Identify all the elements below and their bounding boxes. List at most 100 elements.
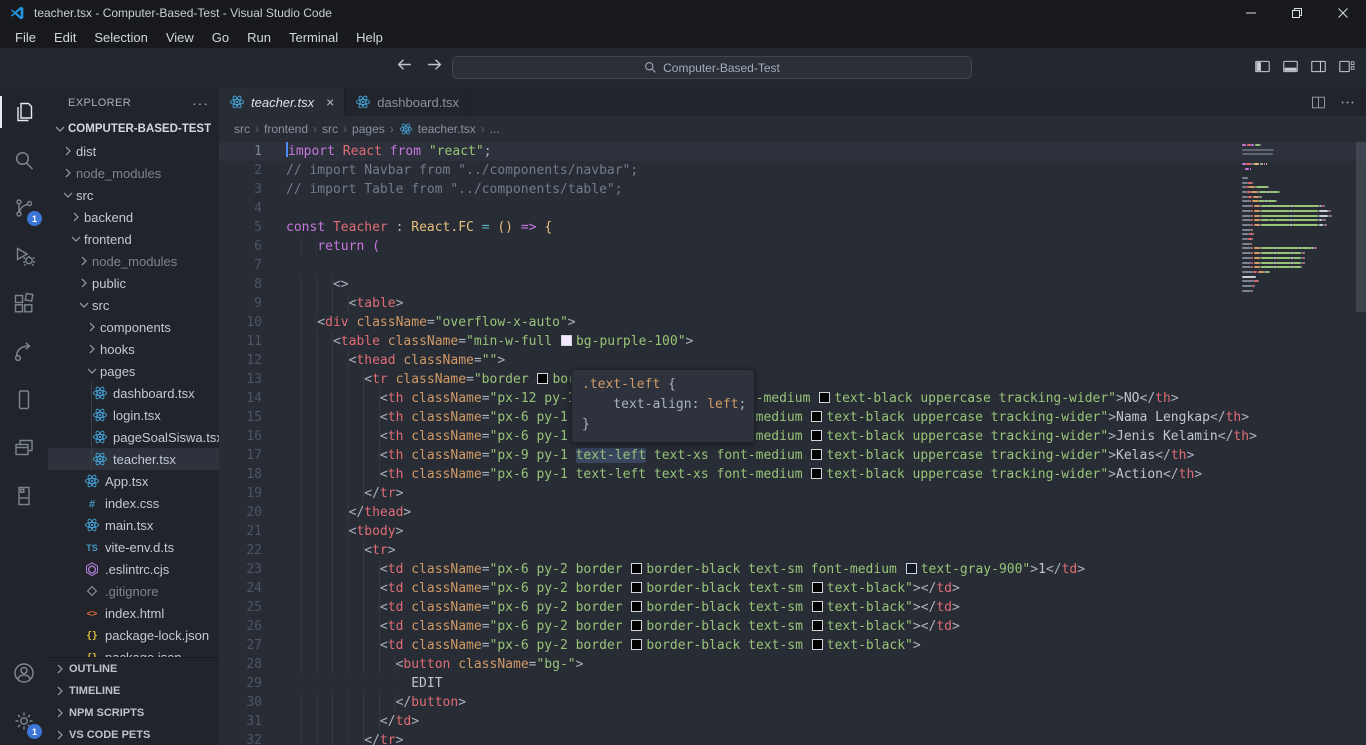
go-forward-icon[interactable] (426, 56, 443, 73)
tree-item-index-html[interactable]: <>index.html (48, 602, 219, 624)
code-line-8[interactable]: 8 <> (219, 275, 1366, 294)
tree-item-node-modules[interactable]: node_modules (48, 162, 219, 184)
line-number[interactable]: 13 (219, 370, 262, 389)
menu-item-file[interactable]: File (6, 26, 45, 48)
activity-item-mobile-view[interactable] (0, 376, 48, 424)
tree-item-dashboard-tsx[interactable]: dashboard.tsx (48, 382, 219, 404)
tree-item-public[interactable]: public (48, 272, 219, 294)
line-number[interactable]: 21 (219, 522, 262, 541)
code-line-6[interactable]: 6 return ( (219, 237, 1366, 256)
activity-item-run-debug[interactable] (0, 232, 48, 280)
section-header-npm-scripts[interactable]: NPM SCRIPTS (48, 702, 219, 724)
section-header-outline[interactable]: OUTLINE (48, 658, 219, 680)
line-number[interactable]: 4 (219, 199, 262, 218)
tree-item-login-tsx[interactable]: login.tsx (48, 404, 219, 426)
line-number[interactable]: 9 (219, 294, 262, 313)
toggle-secondary-sidebar-icon[interactable] (1309, 57, 1328, 76)
tab-teacher-tsx[interactable]: teacher.tsx× (219, 88, 345, 116)
menu-item-go[interactable]: Go (203, 26, 238, 48)
line-number[interactable]: 14 (219, 389, 262, 408)
code-line-20[interactable]: 20 </thead> (219, 503, 1366, 522)
line-number[interactable]: 8 (219, 275, 262, 294)
activity-item-accounts[interactable] (0, 649, 48, 697)
tree-item-frontend[interactable]: frontend (48, 228, 219, 250)
line-number[interactable]: 10 (219, 313, 262, 332)
code-line-10[interactable]: 10 <div className="overflow-x-auto"> (219, 313, 1366, 332)
line-number[interactable]: 32 (219, 731, 262, 745)
line-number[interactable]: 18 (219, 465, 262, 484)
code-line-9[interactable]: 9 <table> (219, 294, 1366, 313)
code-line-25[interactable]: 25 <td className="px-6 py-2 border borde… (219, 598, 1366, 617)
explorer-more-actions-icon[interactable]: ··· (192, 95, 209, 111)
code-line-29[interactable]: 29 EDIT (219, 674, 1366, 693)
code-line-19[interactable]: 19 </tr> (219, 484, 1366, 503)
tree-item-main-tsx[interactable]: main.tsx (48, 514, 219, 536)
scrollbar-slider[interactable] (1356, 142, 1366, 312)
line-number[interactable]: 16 (219, 427, 262, 446)
tree-item-dist[interactable]: dist (48, 140, 219, 162)
code-line-14[interactable]: 14 <th className="px-12 py-1 text-left t… (219, 389, 1366, 408)
line-number[interactable]: 20 (219, 503, 262, 522)
line-number[interactable]: 31 (219, 712, 262, 731)
tree-item-src[interactable]: src (48, 184, 219, 206)
code-line-2[interactable]: 2// import Navbar from "../components/na… (219, 161, 1366, 180)
menu-item-edit[interactable]: Edit (45, 26, 85, 48)
breadcrumb-item-src[interactable]: src (322, 122, 338, 136)
editor-more-actions-icon[interactable] (1339, 94, 1356, 111)
line-number[interactable]: 27 (219, 636, 262, 655)
tree-item-pages[interactable]: pages (48, 360, 219, 382)
code-line-11[interactable]: 11 <table className="min-w-full bg-purpl… (219, 332, 1366, 351)
activity-item-remote-explorer[interactable] (0, 472, 48, 520)
code-line-30[interactable]: 30 </button> (219, 693, 1366, 712)
tree-item-eslintrc-cjs[interactable]: .eslintrc.cjs (48, 558, 219, 580)
line-number[interactable]: 6 (219, 237, 262, 256)
code-line-3[interactable]: 3// import Table from "../components/tab… (219, 180, 1366, 199)
restore-button[interactable] (1274, 0, 1320, 26)
breadcrumb-item-pages[interactable]: pages (352, 122, 385, 136)
code-line-28[interactable]: 28 <button className="bg-"> (219, 655, 1366, 674)
line-number[interactable]: 17 (219, 446, 262, 465)
line-number[interactable]: 7 (219, 256, 262, 275)
tree-item-backend[interactable]: backend (48, 206, 219, 228)
activity-item-settings[interactable]: 1 (0, 697, 48, 745)
close-button[interactable] (1320, 0, 1366, 26)
activity-item-explorer[interactable] (0, 88, 48, 136)
code-line-12[interactable]: 12 <thead className=""> (219, 351, 1366, 370)
minimize-button[interactable] (1228, 0, 1274, 26)
line-number[interactable]: 15 (219, 408, 262, 427)
menu-item-view[interactable]: View (157, 26, 203, 48)
code-line-27[interactable]: 27 <td className="px-6 py-2 border borde… (219, 636, 1366, 655)
tree-item-package-lock-json[interactable]: {}package-lock.json (48, 624, 219, 646)
tree-item-hooks[interactable]: hooks (48, 338, 219, 360)
tab-dashboard-tsx[interactable]: dashboard.tsx (345, 88, 470, 116)
breadcrumb-item-src[interactable]: src (234, 122, 250, 136)
customize-layout-icon[interactable] (1337, 57, 1356, 76)
line-number[interactable]: 19 (219, 484, 262, 503)
tree-item-teacher-tsx[interactable]: teacher.tsx (48, 448, 219, 470)
line-number[interactable]: 24 (219, 579, 262, 598)
code-line-16[interactable]: 16 <th className="px-6 py-1 text-left te… (219, 427, 1366, 446)
line-number[interactable]: 1 (219, 142, 262, 161)
tree-item-computer-based-test[interactable]: COMPUTER-BASED-TEST (48, 118, 219, 140)
breadcrumb-item-teacher-tsx[interactable]: teacher.tsx (418, 122, 476, 136)
line-number[interactable]: 30 (219, 693, 262, 712)
line-number[interactable]: 23 (219, 560, 262, 579)
code-line-15[interactable]: 15 <th className="px-6 py-1 text-left te… (219, 408, 1366, 427)
activity-item-browser-preview[interactable] (0, 424, 48, 472)
line-number[interactable]: 26 (219, 617, 262, 636)
tree-item-node-modules[interactable]: node_modules (48, 250, 219, 272)
line-number[interactable]: 12 (219, 351, 262, 370)
menu-item-selection[interactable]: Selection (85, 26, 156, 48)
line-number[interactable]: 5 (219, 218, 262, 237)
line-number[interactable]: 29 (219, 674, 262, 693)
tree-item-components[interactable]: components (48, 316, 219, 338)
code-line-22[interactable]: 22 <tr> (219, 541, 1366, 560)
activity-item-live-share[interactable] (0, 328, 48, 376)
code-line-21[interactable]: 21 <tbody> (219, 522, 1366, 541)
tab-close-icon[interactable]: × (326, 94, 334, 110)
activity-item-source-control[interactable]: 1 (0, 184, 48, 232)
code-line-18[interactable]: 18 <th className="px-6 py-1 text-left te… (219, 465, 1366, 484)
section-header-timeline[interactable]: TIMELINE (48, 680, 219, 702)
code-line-17[interactable]: 17 <th className="px-9 py-1 text-left te… (219, 446, 1366, 465)
code-line-7[interactable]: 7 (219, 256, 1366, 275)
